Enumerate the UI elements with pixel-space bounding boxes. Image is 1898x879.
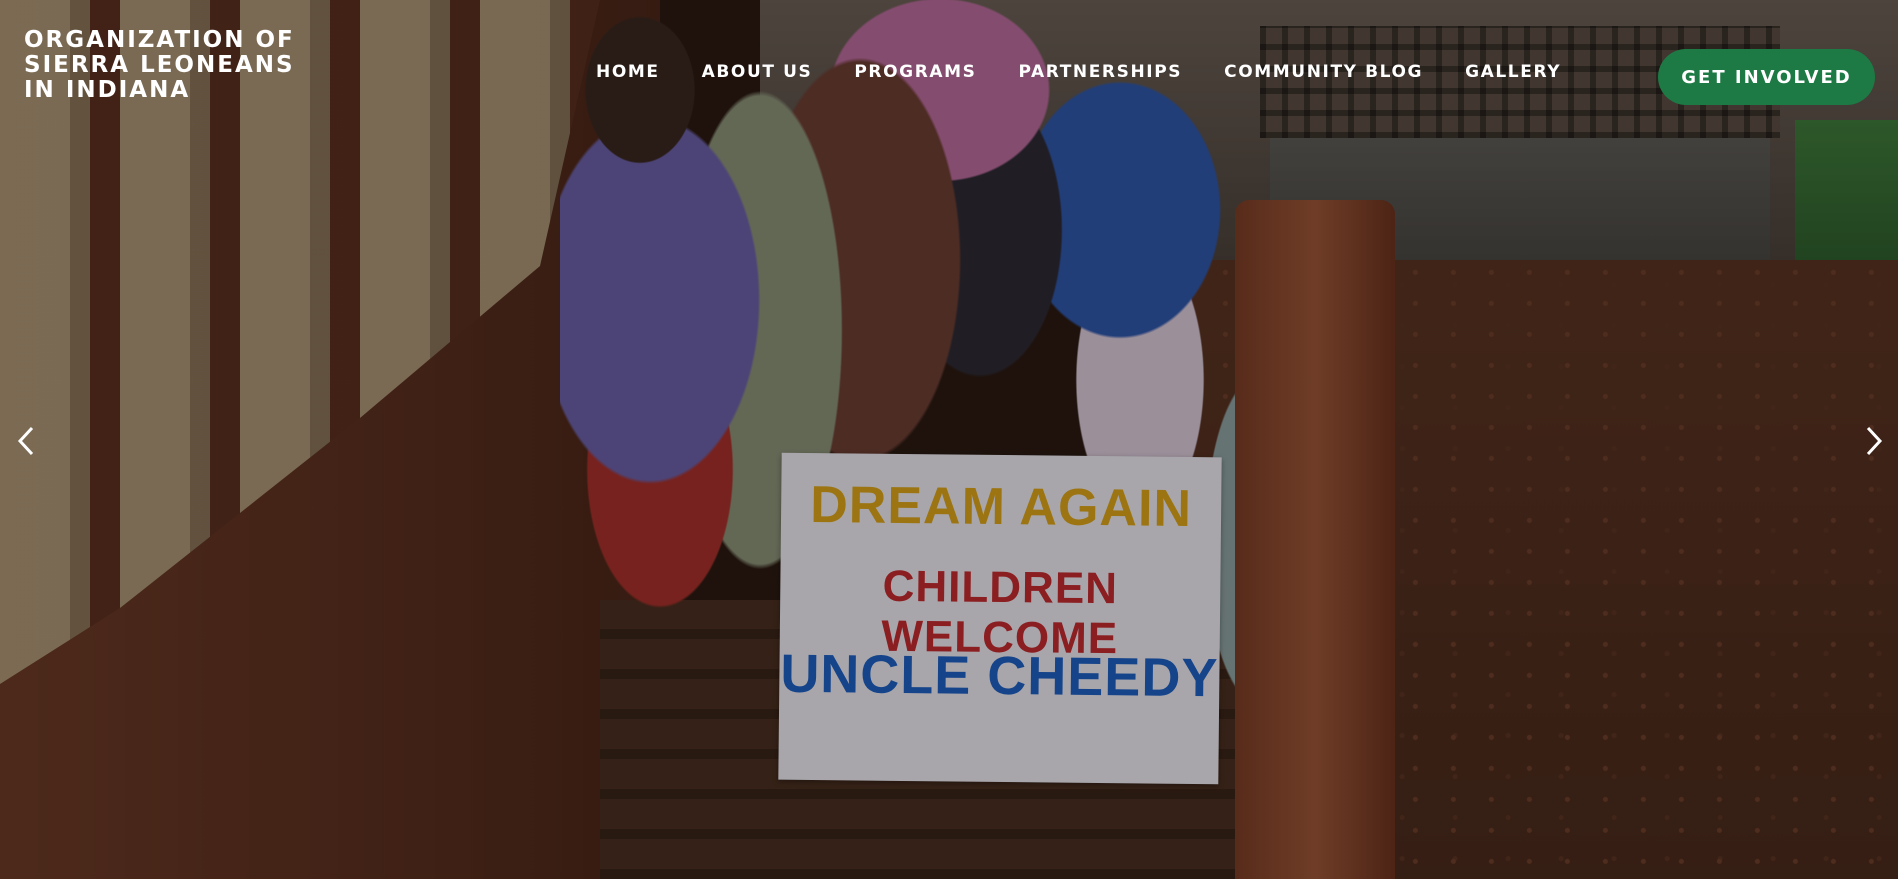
get-involved-button[interactable]: GET INVOLVED — [1658, 49, 1875, 105]
slider-prev-button[interactable] — [10, 420, 44, 462]
nav-community-blog[interactable]: COMMUNITY BLOG — [1203, 62, 1444, 82]
nav-partnerships[interactable]: PARTNERSHIPS — [998, 62, 1204, 82]
site-logo[interactable]: ORGANIZATION OF SIERRA LEONEANS IN INDIA… — [24, 28, 324, 103]
nav-programs[interactable]: PROGRAMS — [833, 62, 997, 82]
nav-home[interactable]: HOME — [575, 62, 681, 82]
hero-overlay — [0, 0, 1898, 879]
nav-gallery[interactable]: GALLERY — [1444, 62, 1582, 82]
main-nav: HOME ABOUT US PROGRAMS PARTNERSHIPS COMM… — [575, 62, 1582, 82]
slider-next-button[interactable] — [1856, 420, 1890, 462]
chevron-left-icon — [17, 426, 34, 456]
nav-about-us[interactable]: ABOUT US — [681, 62, 834, 82]
hero-slider: DREAM AGAIN CHILDREN WELCOME UNCLE CHEED… — [0, 0, 1898, 879]
chevron-right-icon — [1866, 426, 1883, 456]
